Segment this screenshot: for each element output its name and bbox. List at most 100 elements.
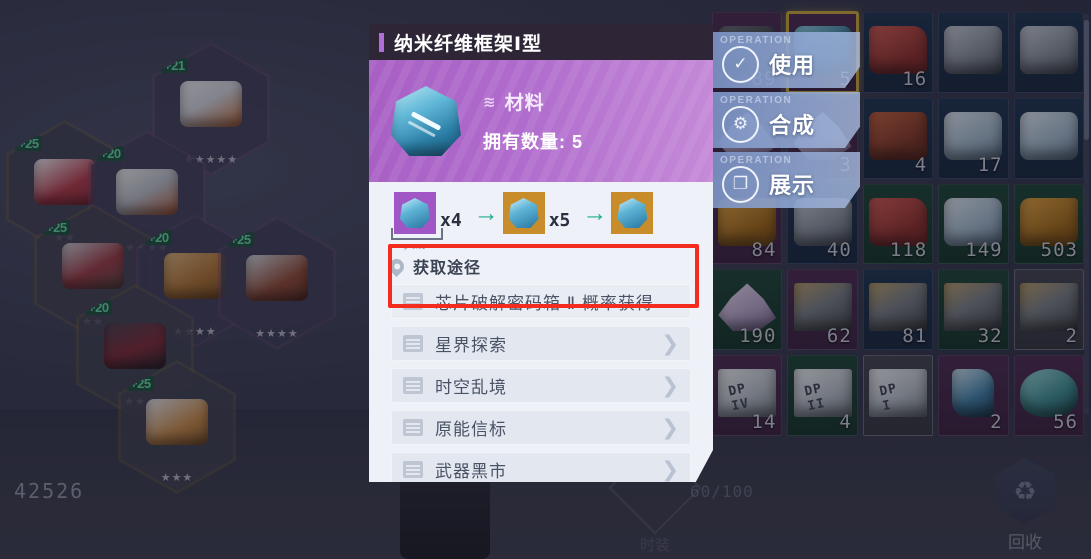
item-quantity: 81 bbox=[902, 325, 928, 348]
star-realm-icon bbox=[403, 335, 423, 352]
inventory-cell[interactable]: 118 bbox=[862, 183, 934, 265]
inventory-cell[interactable]: 16 bbox=[862, 12, 934, 93]
chain-item-icon bbox=[617, 198, 648, 228]
acquisition-title: 获取途径 bbox=[413, 260, 482, 277]
equipment-hex-slot[interactable]: +25 ★★★★ bbox=[218, 216, 336, 350]
synthesize-button-label: 合成 bbox=[769, 113, 816, 138]
acquisition-item-black-market[interactable]: 武器黑市 ❯ bbox=[391, 452, 691, 482]
inventory-cell[interactable]: 32 bbox=[938, 269, 1009, 351]
currency-amount: 42526 bbox=[14, 479, 85, 503]
slot-corner-bracket bbox=[391, 228, 443, 240]
chain-multiplier-1: x4 bbox=[440, 209, 462, 231]
equipment-sprite bbox=[62, 242, 124, 289]
blackmarket-icon bbox=[403, 461, 423, 478]
item-summary: ≋ 材料 拥有数量: 5 bbox=[483, 88, 583, 154]
display-icon: ❐ bbox=[722, 165, 759, 203]
chain-result-slot[interactable] bbox=[611, 192, 654, 234]
inventory-cell[interactable]: 56 bbox=[1013, 355, 1084, 436]
chevron-right-icon: ❯ bbox=[661, 332, 679, 355]
equipment-sprite bbox=[104, 322, 166, 369]
item-sprite bbox=[944, 26, 1003, 75]
equipment-level: +21 bbox=[161, 58, 188, 73]
inventory-cell[interactable] bbox=[938, 12, 1009, 93]
location-pin-icon bbox=[385, 255, 408, 277]
inventory-cell[interactable]: 503 bbox=[1013, 183, 1084, 265]
item-sprite bbox=[1019, 26, 1078, 75]
chain-multiplier-2: x5 bbox=[548, 209, 571, 231]
acquisition-label: 芯片破解密码箱 Ⅱ 概率获得 bbox=[435, 294, 654, 313]
inventory-cell[interactable]: 149 bbox=[938, 183, 1009, 265]
item-quantity: 2 bbox=[990, 411, 1003, 433]
item-quantity: 190 bbox=[739, 325, 777, 348]
equipment-sprite bbox=[246, 254, 308, 301]
crafting-chain: p=0.01 x4 → x5 → bbox=[369, 182, 713, 251]
inventory-cell[interactable]: 2 bbox=[938, 355, 1009, 436]
chain-arrow-icon: → bbox=[473, 198, 499, 227]
equipment-level: +25 bbox=[15, 136, 42, 151]
chain-item-icon bbox=[508, 198, 539, 228]
operation-tag: OPERATION bbox=[720, 35, 793, 46]
inventory-cell[interactable]: DP IV 14 bbox=[712, 355, 783, 436]
equipment-sprite bbox=[146, 398, 208, 445]
nano-frame-icon bbox=[391, 86, 461, 156]
recycle-label: 回收 bbox=[1008, 533, 1042, 552]
item-quantity: 503 bbox=[1040, 239, 1078, 262]
inventory-scrollbar[interactable] bbox=[1084, 14, 1089, 414]
chain-source-slot[interactable]: p=0.01 bbox=[391, 192, 443, 251]
use-button-label: 使用 bbox=[769, 53, 816, 78]
item-quantity: 14 bbox=[751, 411, 777, 433]
chevron-right-icon: ❯ bbox=[661, 458, 679, 481]
inventory-cell[interactable]: 17 bbox=[938, 97, 1009, 179]
inventory-cell[interactable]: 190 bbox=[712, 269, 783, 351]
item-count-label: 拥有数量: 5 bbox=[483, 132, 584, 152]
inventory-cell[interactable]: 81 bbox=[862, 269, 934, 351]
chain-item-icon bbox=[400, 198, 430, 228]
acquisition-list: 芯片破解密码箱 Ⅱ 概率获得 星界探索 ❯ 时空乱境 ❯ 原能信标 ❯ 武器黑市… bbox=[369, 284, 713, 482]
equipment-sprite bbox=[180, 80, 242, 127]
item-quantity: 40 bbox=[826, 239, 852, 262]
acquisition-item-rift[interactable]: 时空乱境 ❯ bbox=[391, 368, 691, 403]
item-sprite bbox=[952, 369, 995, 418]
item-quantity: 32 bbox=[977, 325, 1003, 348]
item-quantity: 2 bbox=[1065, 325, 1078, 348]
acquisition-item-star-realm[interactable]: 星界探索 ❯ bbox=[391, 326, 691, 361]
acquisition-label: 原能信标 bbox=[435, 420, 507, 439]
item-type-row: ≋ 材料 bbox=[483, 88, 583, 115]
inventory-cell[interactable]: 2 bbox=[1013, 269, 1084, 351]
acquisition-item-beacon[interactable]: 原能信标 ❯ bbox=[391, 410, 691, 445]
equipment-sprite bbox=[164, 252, 226, 299]
item-quantity: 118 bbox=[889, 239, 928, 262]
item-quantity: 4 bbox=[839, 411, 852, 433]
panel-header: 纳米纤维框架Ⅰ型 bbox=[369, 24, 713, 60]
inventory-cell[interactable]: DP II 4 bbox=[787, 355, 858, 436]
display-button[interactable]: OPERATION ❐ 展示 bbox=[710, 152, 860, 208]
chain-arrow-icon: → bbox=[582, 198, 608, 227]
chip-case-icon bbox=[403, 293, 423, 310]
inventory-cell[interactable]: DP I bbox=[862, 355, 934, 436]
beacon-icon bbox=[403, 419, 423, 436]
use-button[interactable]: OPERATION ✓ 使用 bbox=[710, 32, 860, 88]
item-type-label: 材料 bbox=[504, 93, 545, 114]
synthesize-button[interactable]: OPERATION ⚙ 合成 bbox=[710, 92, 860, 148]
icon-facet bbox=[410, 111, 442, 131]
recycle-button[interactable]: ♻ 回收 bbox=[981, 458, 1069, 553]
acquisition-item-chip-case[interactable]: 芯片破解密码箱 Ⅱ 概率获得 bbox=[391, 284, 691, 319]
chain-slot-sub: p=0.01 bbox=[404, 245, 426, 251]
equipment-stars: ★★★★ bbox=[255, 328, 299, 340]
card-label: DP I bbox=[878, 380, 899, 414]
item-quantity: 17 bbox=[977, 153, 1003, 176]
inventory-cell[interactable]: 4 bbox=[862, 97, 934, 179]
chain-mid-slot[interactable] bbox=[502, 192, 545, 234]
acquisition-label: 武器黑市 bbox=[435, 462, 507, 481]
item-quantity: 56 bbox=[1053, 411, 1078, 433]
scrollbar-thumb[interactable] bbox=[1084, 20, 1089, 140]
equipment-sprite bbox=[34, 158, 96, 205]
inventory-cell[interactable] bbox=[1013, 97, 1084, 179]
inventory-cell[interactable]: 62 bbox=[787, 269, 858, 351]
card-label: DP II bbox=[802, 380, 827, 414]
title-accent-bar bbox=[379, 32, 384, 52]
item-quantity: 84 bbox=[751, 239, 777, 262]
item-quantity: 4 bbox=[914, 153, 928, 176]
inventory-cell[interactable] bbox=[1013, 12, 1084, 93]
equipment-sprite bbox=[116, 168, 178, 215]
